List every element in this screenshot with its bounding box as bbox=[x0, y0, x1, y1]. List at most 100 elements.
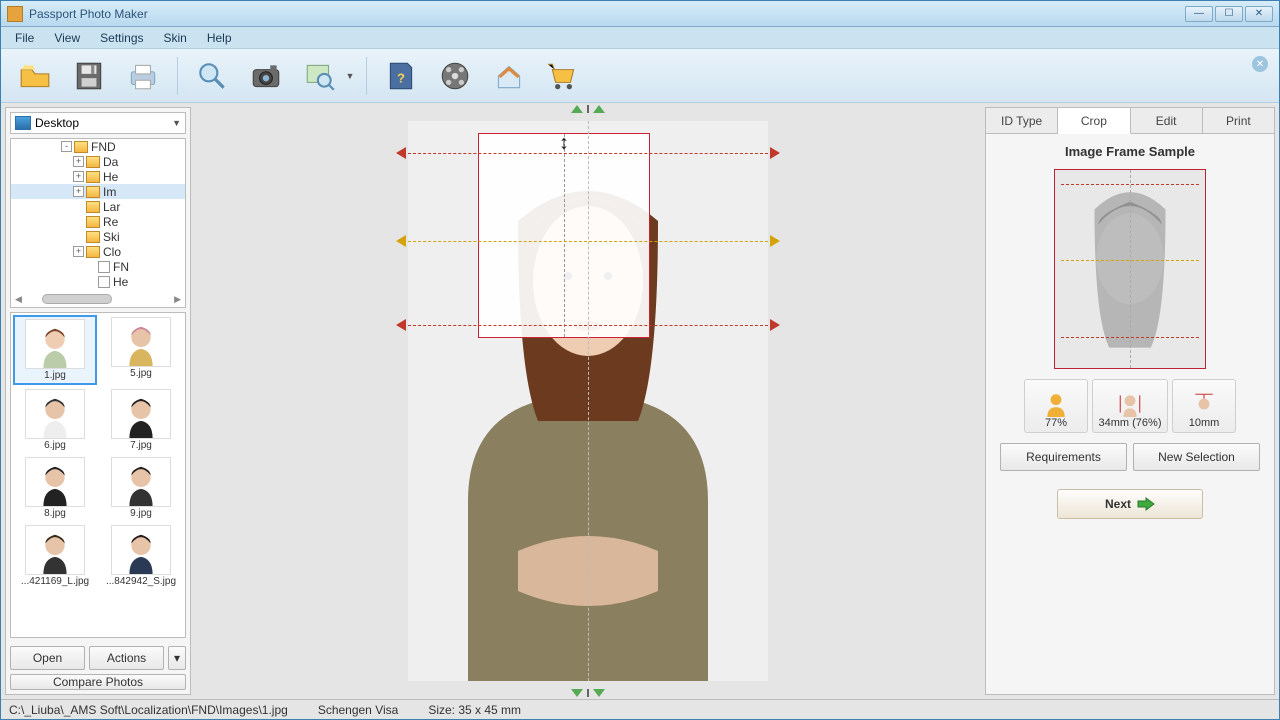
open-button[interactable]: Open bbox=[10, 646, 85, 670]
thumbnail-item[interactable]: 8.jpg bbox=[13, 455, 97, 521]
tree-item[interactable]: Lar bbox=[11, 199, 185, 214]
thumbnail-image bbox=[111, 389, 171, 439]
resize-cursor-icon: ↕ bbox=[559, 132, 569, 155]
thumbnail-item[interactable]: 9.jpg bbox=[99, 455, 183, 521]
toolbar-print-icon[interactable] bbox=[119, 54, 167, 98]
next-button[interactable]: Next bbox=[1057, 489, 1203, 519]
thumbnail-label: ...842942_S.jpg bbox=[106, 576, 176, 587]
menu-skin[interactable]: Skin bbox=[156, 29, 195, 47]
tree-label: Ski bbox=[103, 230, 120, 244]
top-handle[interactable] bbox=[571, 105, 605, 113]
toolbar-open-icon[interactable] bbox=[11, 54, 59, 98]
toolbar-home-icon[interactable] bbox=[485, 54, 533, 98]
thumbnail-label: 7.jpg bbox=[130, 440, 152, 451]
left-panel: Desktop ▼ -FND+Da+He+ImLarReSki+CloFNHe … bbox=[5, 107, 191, 695]
thumbnail-list[interactable]: 1.jpg5.jpg 6.jpg 7.jpg 8.jpg 9.jpg ...421169_… bbox=[10, 312, 186, 638]
left-marker-mid[interactable] bbox=[396, 235, 406, 247]
menubar: File View Settings Skin Help bbox=[1, 27, 1279, 49]
close-button[interactable]: ✕ bbox=[1245, 6, 1273, 22]
close-right-panel-icon[interactable]: ✕ bbox=[1252, 56, 1268, 72]
tree-expander[interactable]: + bbox=[73, 156, 84, 167]
requirements-button[interactable]: Requirements bbox=[1000, 443, 1127, 471]
folder-icon bbox=[86, 186, 100, 198]
toolbar-cart-icon[interactable] bbox=[539, 54, 587, 98]
new-selection-button[interactable]: New Selection bbox=[1133, 443, 1260, 471]
app-icon bbox=[7, 6, 23, 22]
toolbar-zoom-dropdown[interactable]: ▼ bbox=[344, 71, 356, 81]
left-marker-top[interactable] bbox=[396, 147, 406, 159]
tab-crop[interactable]: Crop bbox=[1058, 108, 1130, 134]
compare-photos-button[interactable]: Compare Photos bbox=[10, 674, 186, 690]
tree-item[interactable]: He bbox=[11, 274, 185, 289]
folder-icon bbox=[86, 216, 100, 228]
toolbar-video-icon[interactable] bbox=[431, 54, 479, 98]
tree-expander[interactable]: - bbox=[61, 141, 72, 152]
menu-settings[interactable]: Settings bbox=[92, 29, 151, 47]
guide-center-vertical bbox=[588, 121, 589, 681]
actions-button[interactable]: Actions bbox=[89, 646, 164, 670]
metric-head-height: 34mm (76%) bbox=[1092, 379, 1168, 433]
guide-vertical-center bbox=[564, 134, 565, 337]
folder-tree[interactable]: -FND+Da+He+ImLarReSki+CloFNHe ◀ ▶ bbox=[10, 138, 186, 308]
maximize-button[interactable]: ☐ bbox=[1215, 6, 1243, 22]
tree-expander[interactable]: + bbox=[73, 246, 84, 257]
svg-text:?: ? bbox=[397, 70, 405, 85]
toolbar-camera-icon[interactable] bbox=[242, 54, 290, 98]
tree-horizontal-scrollbar[interactable]: ◀ ▶ bbox=[15, 293, 181, 305]
thumbnail-item[interactable]: 5.jpg bbox=[99, 315, 183, 385]
tree-label: He bbox=[113, 275, 128, 289]
metric-top-margin: 10mm bbox=[1172, 379, 1236, 433]
status-path: C:\_Liuba\_AMS Soft\Localization\FND\Ima… bbox=[9, 703, 288, 717]
menu-file[interactable]: File bbox=[7, 29, 42, 47]
tab-print[interactable]: Print bbox=[1203, 108, 1274, 133]
main-body: Desktop ▼ -FND+Da+He+ImLarReSki+CloFNHe … bbox=[1, 103, 1279, 699]
tree-label: FND bbox=[91, 140, 116, 154]
tree-item[interactable]: +Im bbox=[11, 184, 185, 199]
toolbar-search-icon[interactable] bbox=[188, 54, 236, 98]
left-marker-bottom[interactable] bbox=[396, 319, 406, 331]
thumbnail-image bbox=[111, 457, 171, 507]
actions-dropdown[interactable]: ▾ bbox=[168, 646, 186, 670]
toolbar-help-icon[interactable]: ? bbox=[377, 54, 425, 98]
tree-item[interactable]: FN bbox=[11, 259, 185, 274]
tree-item[interactable]: + Clo bbox=[11, 244, 185, 259]
tree-label: Lar bbox=[103, 200, 120, 214]
tree-expander[interactable]: + bbox=[73, 186, 84, 197]
tree-item[interactable]: Ski bbox=[11, 229, 185, 244]
right-marker-mid[interactable] bbox=[770, 235, 780, 247]
bottom-handle[interactable] bbox=[571, 689, 605, 697]
thumbnail-item[interactable]: ...842942_S.jpg bbox=[99, 523, 183, 589]
right-marker-bottom[interactable] bbox=[770, 319, 780, 331]
head-height-icon bbox=[1117, 391, 1143, 417]
tree-expander[interactable]: + bbox=[73, 171, 84, 182]
thumbnail-item[interactable]: 6.jpg bbox=[13, 387, 97, 453]
tab-id-type[interactable]: ID Type bbox=[986, 108, 1058, 133]
thumbnail-item[interactable]: ...421169_L.jpg bbox=[13, 523, 97, 589]
toolbar-save-icon[interactable] bbox=[65, 54, 113, 98]
menu-view[interactable]: View bbox=[46, 29, 88, 47]
tab-edit[interactable]: Edit bbox=[1131, 108, 1203, 133]
crop-rectangle[interactable]: ↕ bbox=[478, 133, 650, 338]
tree-item[interactable]: Re bbox=[11, 214, 185, 229]
menu-help[interactable]: Help bbox=[199, 29, 240, 47]
right-marker-top[interactable] bbox=[770, 147, 780, 159]
tree-label: Clo bbox=[103, 245, 121, 259]
tree-item[interactable]: +Da bbox=[11, 154, 185, 169]
thumbnail-item[interactable]: 7.jpg bbox=[99, 387, 183, 453]
status-doc-type: Schengen Visa bbox=[318, 703, 399, 717]
folder-icon bbox=[86, 171, 100, 183]
tree-label: He bbox=[103, 170, 118, 184]
location-combo[interactable]: Desktop ▼ bbox=[10, 112, 186, 134]
folder-icon bbox=[86, 156, 100, 168]
tree-item[interactable]: + He bbox=[11, 169, 185, 184]
thumbnail-label: 6.jpg bbox=[44, 440, 66, 451]
file-icon bbox=[98, 276, 110, 288]
tree-item[interactable]: - FND bbox=[11, 139, 185, 154]
photo-canvas[interactable]: ↕ bbox=[408, 121, 768, 681]
thumbnail-item[interactable]: 1.jpg bbox=[13, 315, 97, 385]
toolbar-zoom-icon[interactable] bbox=[296, 54, 344, 98]
thumbnail-label: 9.jpg bbox=[130, 508, 152, 519]
thumbnail-image bbox=[25, 525, 85, 575]
folder-icon bbox=[86, 201, 100, 213]
minimize-button[interactable]: — bbox=[1185, 6, 1213, 22]
